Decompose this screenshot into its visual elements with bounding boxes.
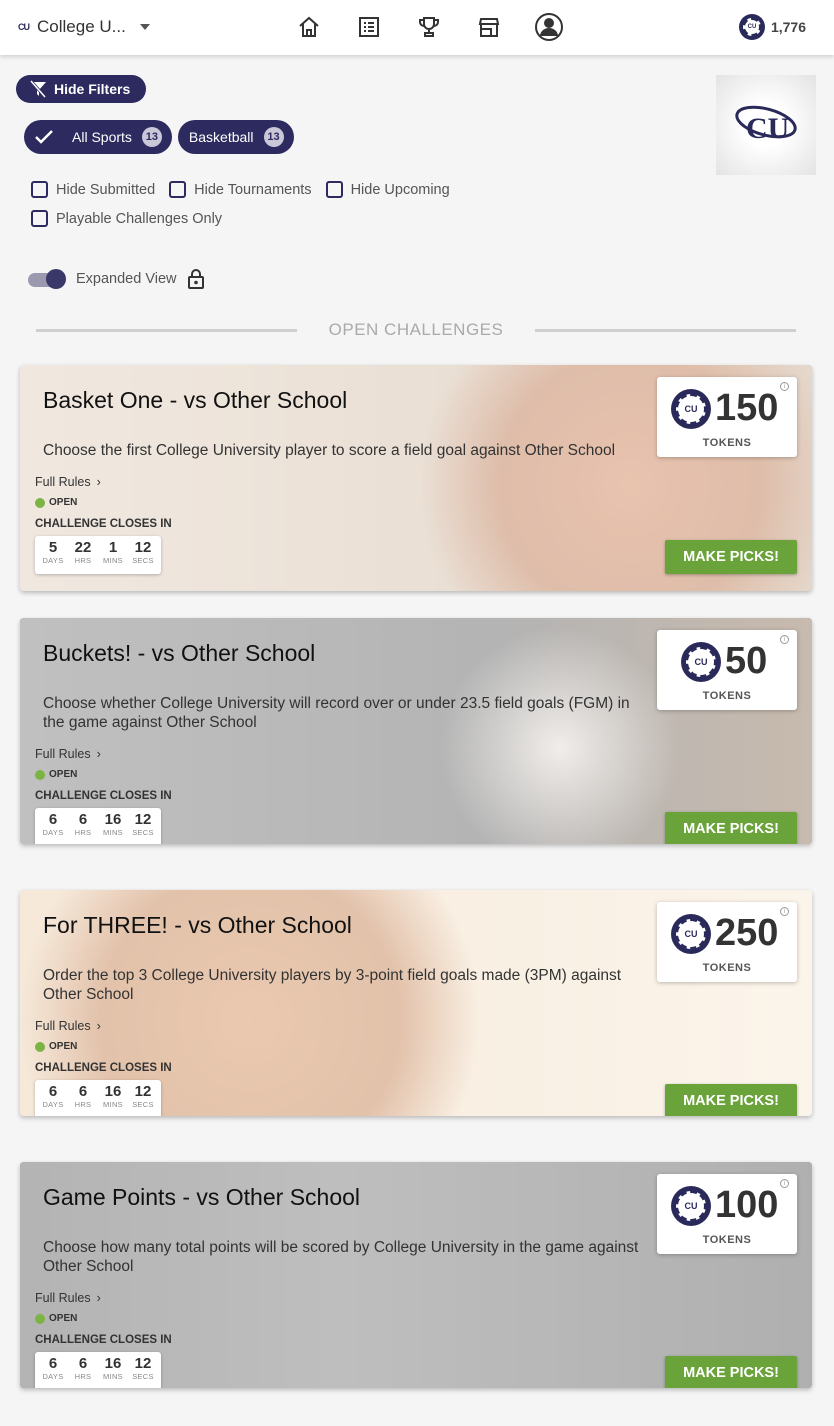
section-title: OPEN CHALLENGES (328, 320, 504, 339)
filter-checkboxes: Hide Submitted Hide Tournaments Hide Upc… (31, 181, 531, 239)
chip-count: 13 (263, 127, 284, 147)
closes-in-label: CHALLENGE CLOSES IN (35, 518, 172, 530)
svg-text:CU: CU (746, 112, 789, 145)
school-logo: CU (716, 75, 816, 175)
section-divider: OPEN CHALLENGES (36, 320, 797, 340)
challenge-title: Basket One - vs Other School (43, 387, 348, 413)
expanded-view-row: Expanded View (28, 267, 205, 291)
challenge-card: Basket One - vs Other School Choose the … (20, 365, 812, 591)
lock-icon[interactable] (187, 269, 205, 289)
chevron-down-icon (139, 24, 150, 30)
coin-icon: CU (738, 14, 765, 40)
filter-off-icon (29, 80, 47, 98)
check-icon (35, 130, 53, 144)
info-icon[interactable]: i (780, 1179, 789, 1188)
countdown-timer: 5 DAYS 22 HRS 1 MINS 12 SECS (35, 536, 161, 574)
challenge-title: Buckets! - vs Other School (43, 640, 316, 666)
token-amount: 100 (715, 1184, 779, 1226)
list-icon[interactable] (350, 10, 388, 44)
profile-icon[interactable] (530, 10, 568, 44)
token-reward: i CU 50 TOKENS (657, 630, 797, 710)
trophy-icon[interactable] (410, 10, 448, 44)
make-picks-button[interactable]: MAKE PICKS! (665, 812, 797, 844)
make-picks-button[interactable]: MAKE PICKS! (665, 1356, 797, 1388)
closes-in-label: CHALLENGE CLOSES IN (35, 790, 172, 802)
challenge-description: Choose the first College University play… (43, 442, 616, 459)
chip-all-sports[interactable]: All Sports 13 (24, 120, 172, 154)
coin-icon: CU (681, 641, 721, 682)
countdown-timer: 6 DAYS 6 HRS 16 MINS 12 SECS (35, 1352, 161, 1388)
info-icon[interactable]: i (780, 635, 789, 644)
home-icon[interactable] (290, 10, 328, 44)
closes-in-label: CHALLENGE CLOSES IN (35, 1334, 172, 1346)
playable-only-checkbox[interactable]: Playable Challenges Only (31, 210, 222, 227)
token-reward: i CU 100 TOKENS (657, 1174, 797, 1254)
status-badge: OPEN (35, 769, 77, 780)
chevron-right-icon: › (96, 1019, 101, 1033)
status-badge: OPEN (35, 1313, 77, 1324)
coin-icon: CU (671, 388, 711, 429)
challenge-description: Choose whether College University will r… (43, 695, 630, 731)
full-rules-link[interactable]: Full Rules › (35, 1291, 101, 1305)
coin-icon: CU (671, 1185, 711, 1226)
token-reward: i CU 150 TOKENS (657, 377, 797, 457)
challenge-description: Order the top 3 College University playe… (43, 967, 622, 1003)
org-name: College U... (37, 17, 126, 36)
countdown-timer: 6 DAYS 6 HRS 16 MINS 12 SECS (35, 1080, 161, 1116)
org-logo: CU (18, 22, 30, 32)
challenge-card: Buckets! - vs Other School Choose whethe… (20, 618, 812, 844)
info-icon[interactable]: i (780, 907, 789, 916)
hide-upcoming-checkbox[interactable]: Hide Upcoming (325, 181, 450, 198)
countdown-timer: 6 DAYS 6 HRS 16 MINS 12 SECS (35, 808, 161, 844)
challenge-description: Choose how many total points will be sco… (43, 1239, 639, 1275)
chip-label: Basketball (188, 129, 254, 145)
token-amount: 250 (715, 912, 779, 954)
challenge-card: Game Points - vs Other School Choose how… (20, 1162, 812, 1388)
top-bar: CU College U... CU 1,776 (0, 0, 834, 55)
hide-filters-label: Hide Filters (54, 81, 131, 97)
chevron-right-icon: › (96, 1291, 101, 1305)
balance-value: 1,776 (770, 19, 806, 35)
chip-basketball[interactable]: Basketball 13 (177, 120, 294, 154)
token-balance[interactable]: CU 1,776 (738, 14, 806, 40)
chevron-right-icon: › (96, 475, 101, 489)
expanded-view-toggle[interactable] (28, 267, 66, 291)
info-icon[interactable]: i (780, 382, 789, 391)
status-badge: OPEN (35, 1041, 77, 1052)
full-rules-link[interactable]: Full Rules › (35, 475, 101, 489)
challenge-title: For THREE! - vs Other School (43, 912, 352, 938)
closes-in-label: CHALLENGE CLOSES IN (35, 1062, 172, 1074)
hide-filters-button[interactable]: Hide Filters (16, 75, 147, 103)
org-selector[interactable]: CU College U... (18, 17, 150, 37)
full-rules-link[interactable]: Full Rules › (35, 1019, 101, 1033)
chip-label: All Sports (72, 129, 132, 145)
token-reward: i CU 250 TOKENS (657, 902, 797, 982)
chip-count: 13 (141, 127, 162, 147)
sport-chips: All Sports 13 Basketball 13 (24, 120, 294, 154)
main-nav (290, 10, 568, 44)
challenge-title: Game Points - vs Other School (43, 1184, 361, 1210)
coin-icon: CU (671, 913, 711, 954)
make-picks-button[interactable]: MAKE PICKS! (665, 1084, 797, 1116)
full-rules-link[interactable]: Full Rules › (35, 747, 101, 761)
token-amount: 150 (715, 387, 779, 429)
store-icon[interactable] (470, 10, 508, 44)
chevron-right-icon: › (96, 747, 101, 761)
hide-submitted-checkbox[interactable]: Hide Submitted (31, 181, 155, 198)
make-picks-button[interactable]: MAKE PICKS! (665, 540, 797, 574)
status-badge: OPEN (35, 497, 77, 508)
token-amount: 50 (725, 640, 768, 682)
challenge-card: For THREE! - vs Other School Order the t… (20, 890, 812, 1116)
hide-tournaments-checkbox[interactable]: Hide Tournaments (169, 181, 312, 198)
expanded-view-label: Expanded View (76, 271, 177, 287)
